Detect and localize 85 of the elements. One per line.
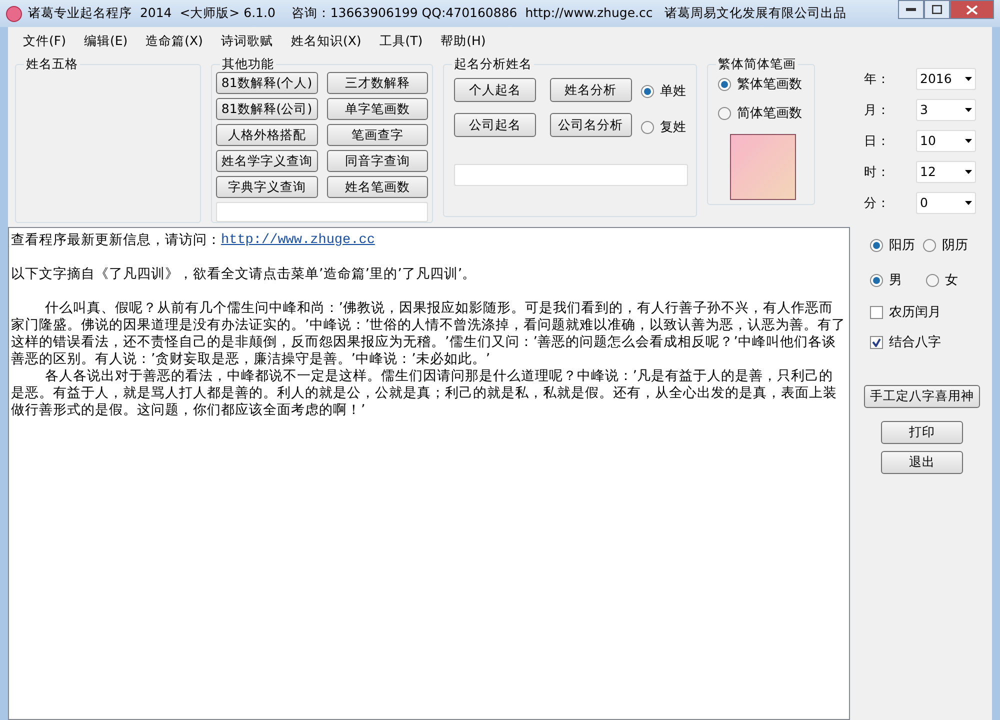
caret-icon — [965, 139, 972, 143]
function-button[interactable]: 公司起名 — [454, 113, 536, 137]
dropdown[interactable]: 0 — [916, 192, 976, 214]
dropdown-value: 3 — [920, 100, 928, 119]
menu-item[interactable]: 编辑(E) — [76, 32, 135, 50]
field-label: 月： — [864, 100, 891, 119]
function-button[interactable]: 姓名笔画数 — [326, 176, 428, 198]
radio-button[interactable] — [923, 239, 936, 252]
function-button[interactable]: 三才数解释 — [326, 72, 428, 94]
radio-button[interactable] — [870, 239, 883, 252]
checkbox-label: 农历闰月 — [889, 304, 941, 322]
function-button[interactable]: 退出 — [881, 451, 963, 474]
dropdown[interactable]: 12 — [916, 161, 976, 183]
paragraph: 什么叫真、假呢？从前有几个儒生问中峰和尚：’佛教说，因果报应如影随形。可是我们看到的，有人行善子孙不兴，有人作恶而家门隆盛。佛说的因果道理是没有办法证实的。’中峰说：’世俗的人情不曾洗涤掉，看问题就难以准确，以致认善为恶，认恶为善。有了这样的错误看法，还不责怪自己的是非颠倒，反而怨因果报应为无稽。’儒生们又问：’善恶的问题怎么会看成相反呢？’中峰叫他们各谈善恶的区别。有人说：’贪财妄取是恶，廉洁操守是善。’中峰说：’未必如此。’ — [11, 300, 847, 368]
radio-button[interactable] — [718, 78, 731, 92]
function-button[interactable]: 个人起名 — [454, 78, 536, 102]
caret-icon — [965, 77, 972, 81]
dropdown-value: 12 — [920, 162, 936, 181]
text-field[interactable] — [216, 202, 428, 222]
radio-button[interactable] — [870, 274, 883, 287]
menu-item[interactable]: 工具(T) — [372, 32, 430, 50]
dropdown[interactable]: 2016 — [916, 68, 976, 90]
function-button[interactable]: 单字笔画数 — [326, 98, 428, 120]
function-button[interactable]: 手工定八字喜用神 — [864, 385, 980, 408]
radio-label: 复姓 — [660, 118, 686, 136]
dropdown[interactable]: 3 — [916, 99, 976, 121]
function-button[interactable]: 人格外格搭配 — [216, 124, 318, 146]
field-label: 年： — [864, 70, 891, 88]
radio-label: 阳历 — [889, 237, 915, 255]
radio-label: 阴历 — [942, 237, 968, 255]
menu-item[interactable]: 诗词歌赋 — [214, 32, 280, 50]
group-title: 起名分析姓名 — [452, 56, 534, 72]
maximize-icon — [932, 5, 942, 14]
radio-label: 繁体笔画数 — [737, 76, 802, 94]
radio-button[interactable] — [718, 106, 731, 120]
checkbox[interactable] — [870, 306, 883, 320]
update-text: 查看程序最新更新信息，请访问： — [11, 232, 221, 249]
dropdown-value: 2016 — [920, 70, 952, 88]
radio-button[interactable] — [641, 85, 654, 98]
function-button[interactable]: 姓名分析 — [550, 78, 632, 102]
function-button[interactable]: 字典字义查询 — [216, 176, 318, 198]
menu-item[interactable]: 姓名知识(X) — [284, 32, 368, 50]
field-label: 时： — [864, 162, 891, 181]
menu-item[interactable]: 文件(F) — [16, 32, 73, 50]
paragraph: 以下文字摘自《了凡四训》，欲看全文请点击菜单’造命篇’里的’了凡四训’。 — [11, 266, 478, 283]
menu-item[interactable]: 帮助(H) — [434, 32, 493, 50]
radio-button[interactable] — [926, 274, 939, 287]
dropdown-value: 0 — [920, 194, 928, 212]
radio-label: 女 — [945, 272, 958, 290]
caret-icon — [965, 108, 972, 112]
photo-placeholder — [730, 134, 796, 200]
radio-label: 单姓 — [660, 83, 686, 101]
checkbox-label: 结合八字 — [889, 334, 941, 352]
link[interactable]: http://www.zhuge.cc — [221, 232, 375, 249]
caret-icon — [965, 170, 972, 174]
close-button[interactable] — [950, 0, 994, 19]
group-title: 其他功能 — [220, 56, 276, 72]
window-title: 诸葛专业起名程序 2014 <大师版> 6.1.0 咨询：13663906199 QQ:470160886 http://www.zhuge.cc 诸葛周易文化发展有限公司出品 — [28, 4, 848, 22]
checkbox[interactable] — [870, 336, 883, 349]
group-title: 繁体简体笔画 — [716, 56, 798, 72]
menu-item[interactable]: 造命篇(X) — [138, 32, 210, 50]
function-button[interactable]: 公司名分析 — [550, 113, 632, 137]
radio-label: 男 — [889, 272, 902, 290]
group-title: 姓名五格 — [24, 56, 80, 72]
function-button[interactable]: 81数解释(个人) — [216, 72, 318, 94]
caret-icon — [965, 201, 972, 205]
dropdown[interactable]: 10 — [916, 130, 976, 152]
close-icon — [966, 4, 978, 14]
paragraph: 各人各说出对于善恶的看法，中峰都说不一定是这样。儒生们因请问那是什么道理呢？中峰说：’凡是有益于人的是善，只利己的是恶。有益于人，就是骂人打人都是善的。利人的就是公，公就是真；利己的就是私，私就是假。还有，从全心出发的是真，表面上装做行善形式的是假。这问题，你们都应该全面考虑的啊！’ — [11, 368, 838, 419]
maximize-button[interactable] — [924, 0, 950, 19]
function-button[interactable]: 笔画查字 — [326, 124, 428, 146]
checkmark-icon — [872, 338, 881, 347]
radio-button[interactable] — [641, 120, 654, 134]
minimize-button[interactable] — [898, 0, 924, 19]
function-button[interactable]: 同音字查询 — [326, 150, 428, 172]
minimize-icon — [906, 8, 916, 12]
field-label: 日： — [864, 132, 891, 150]
dropdown-value: 10 — [920, 132, 936, 150]
text-field[interactable] — [454, 164, 688, 186]
app-icon — [6, 6, 22, 22]
radio-label: 简体笔画数 — [737, 104, 802, 122]
field-label: 分： — [864, 194, 891, 212]
function-button[interactable]: 姓名学字义查询 — [216, 150, 318, 172]
function-button[interactable]: 81数解释(公司) — [216, 98, 318, 120]
function-button[interactable]: 打印 — [881, 421, 963, 444]
